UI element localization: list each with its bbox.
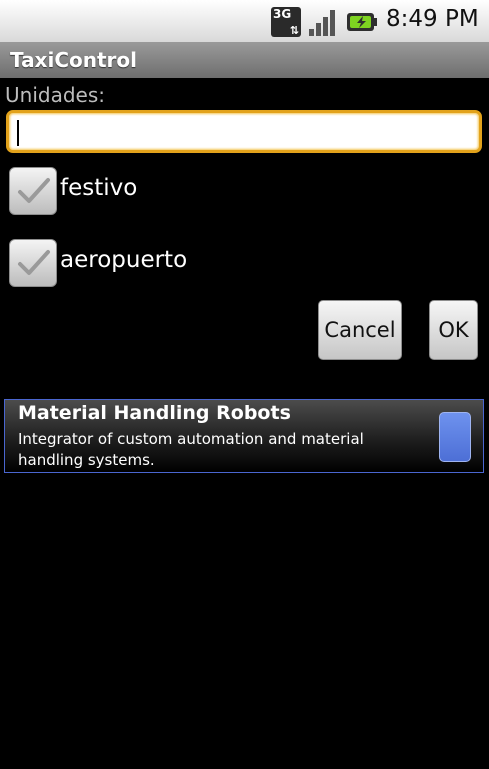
text-cursor [17, 120, 19, 146]
checkbox-row-festivo[interactable]: festivo [0, 167, 489, 227]
checkmark-icon [18, 178, 50, 203]
ad-description: Integrator of custom automation and mate… [18, 430, 364, 469]
title-bar: TaxiControl [0, 42, 489, 78]
app-title: TaxiControl [10, 48, 137, 72]
aeropuerto-checkbox[interactable] [9, 239, 57, 287]
units-label: Unidades: [5, 83, 105, 107]
festivo-label: festivo [60, 175, 138, 201]
status-bar: 3G ⇅ 8:49 PM [0, 0, 489, 42]
ad-arrow-icon[interactable] [439, 412, 471, 462]
3g-icon: 3G ⇅ [271, 7, 301, 37]
clock: 8:49 PM [386, 6, 479, 32]
checkmark-icon [18, 250, 50, 275]
ad-banner[interactable]: Material Handling Robots Integrator of c… [4, 399, 484, 473]
aeropuerto-label: aeropuerto [60, 247, 188, 273]
units-input[interactable] [6, 110, 482, 153]
data-arrows-icon: ⇅ [289, 24, 299, 37]
ad-title: Material Handling Robots [18, 402, 291, 424]
screen: 3G ⇅ 8:49 PM TaxiControl Unidades: festi… [0, 0, 489, 769]
cancel-button[interactable]: Cancel [318, 300, 402, 360]
battery-charging-icon [347, 13, 377, 31]
ok-button[interactable]: OK [429, 300, 478, 360]
festivo-checkbox[interactable] [9, 167, 57, 215]
checkbox-row-aeropuerto[interactable]: aeropuerto [0, 239, 489, 299]
signal-icon [309, 10, 335, 36]
network-type-label: 3G [273, 7, 292, 21]
